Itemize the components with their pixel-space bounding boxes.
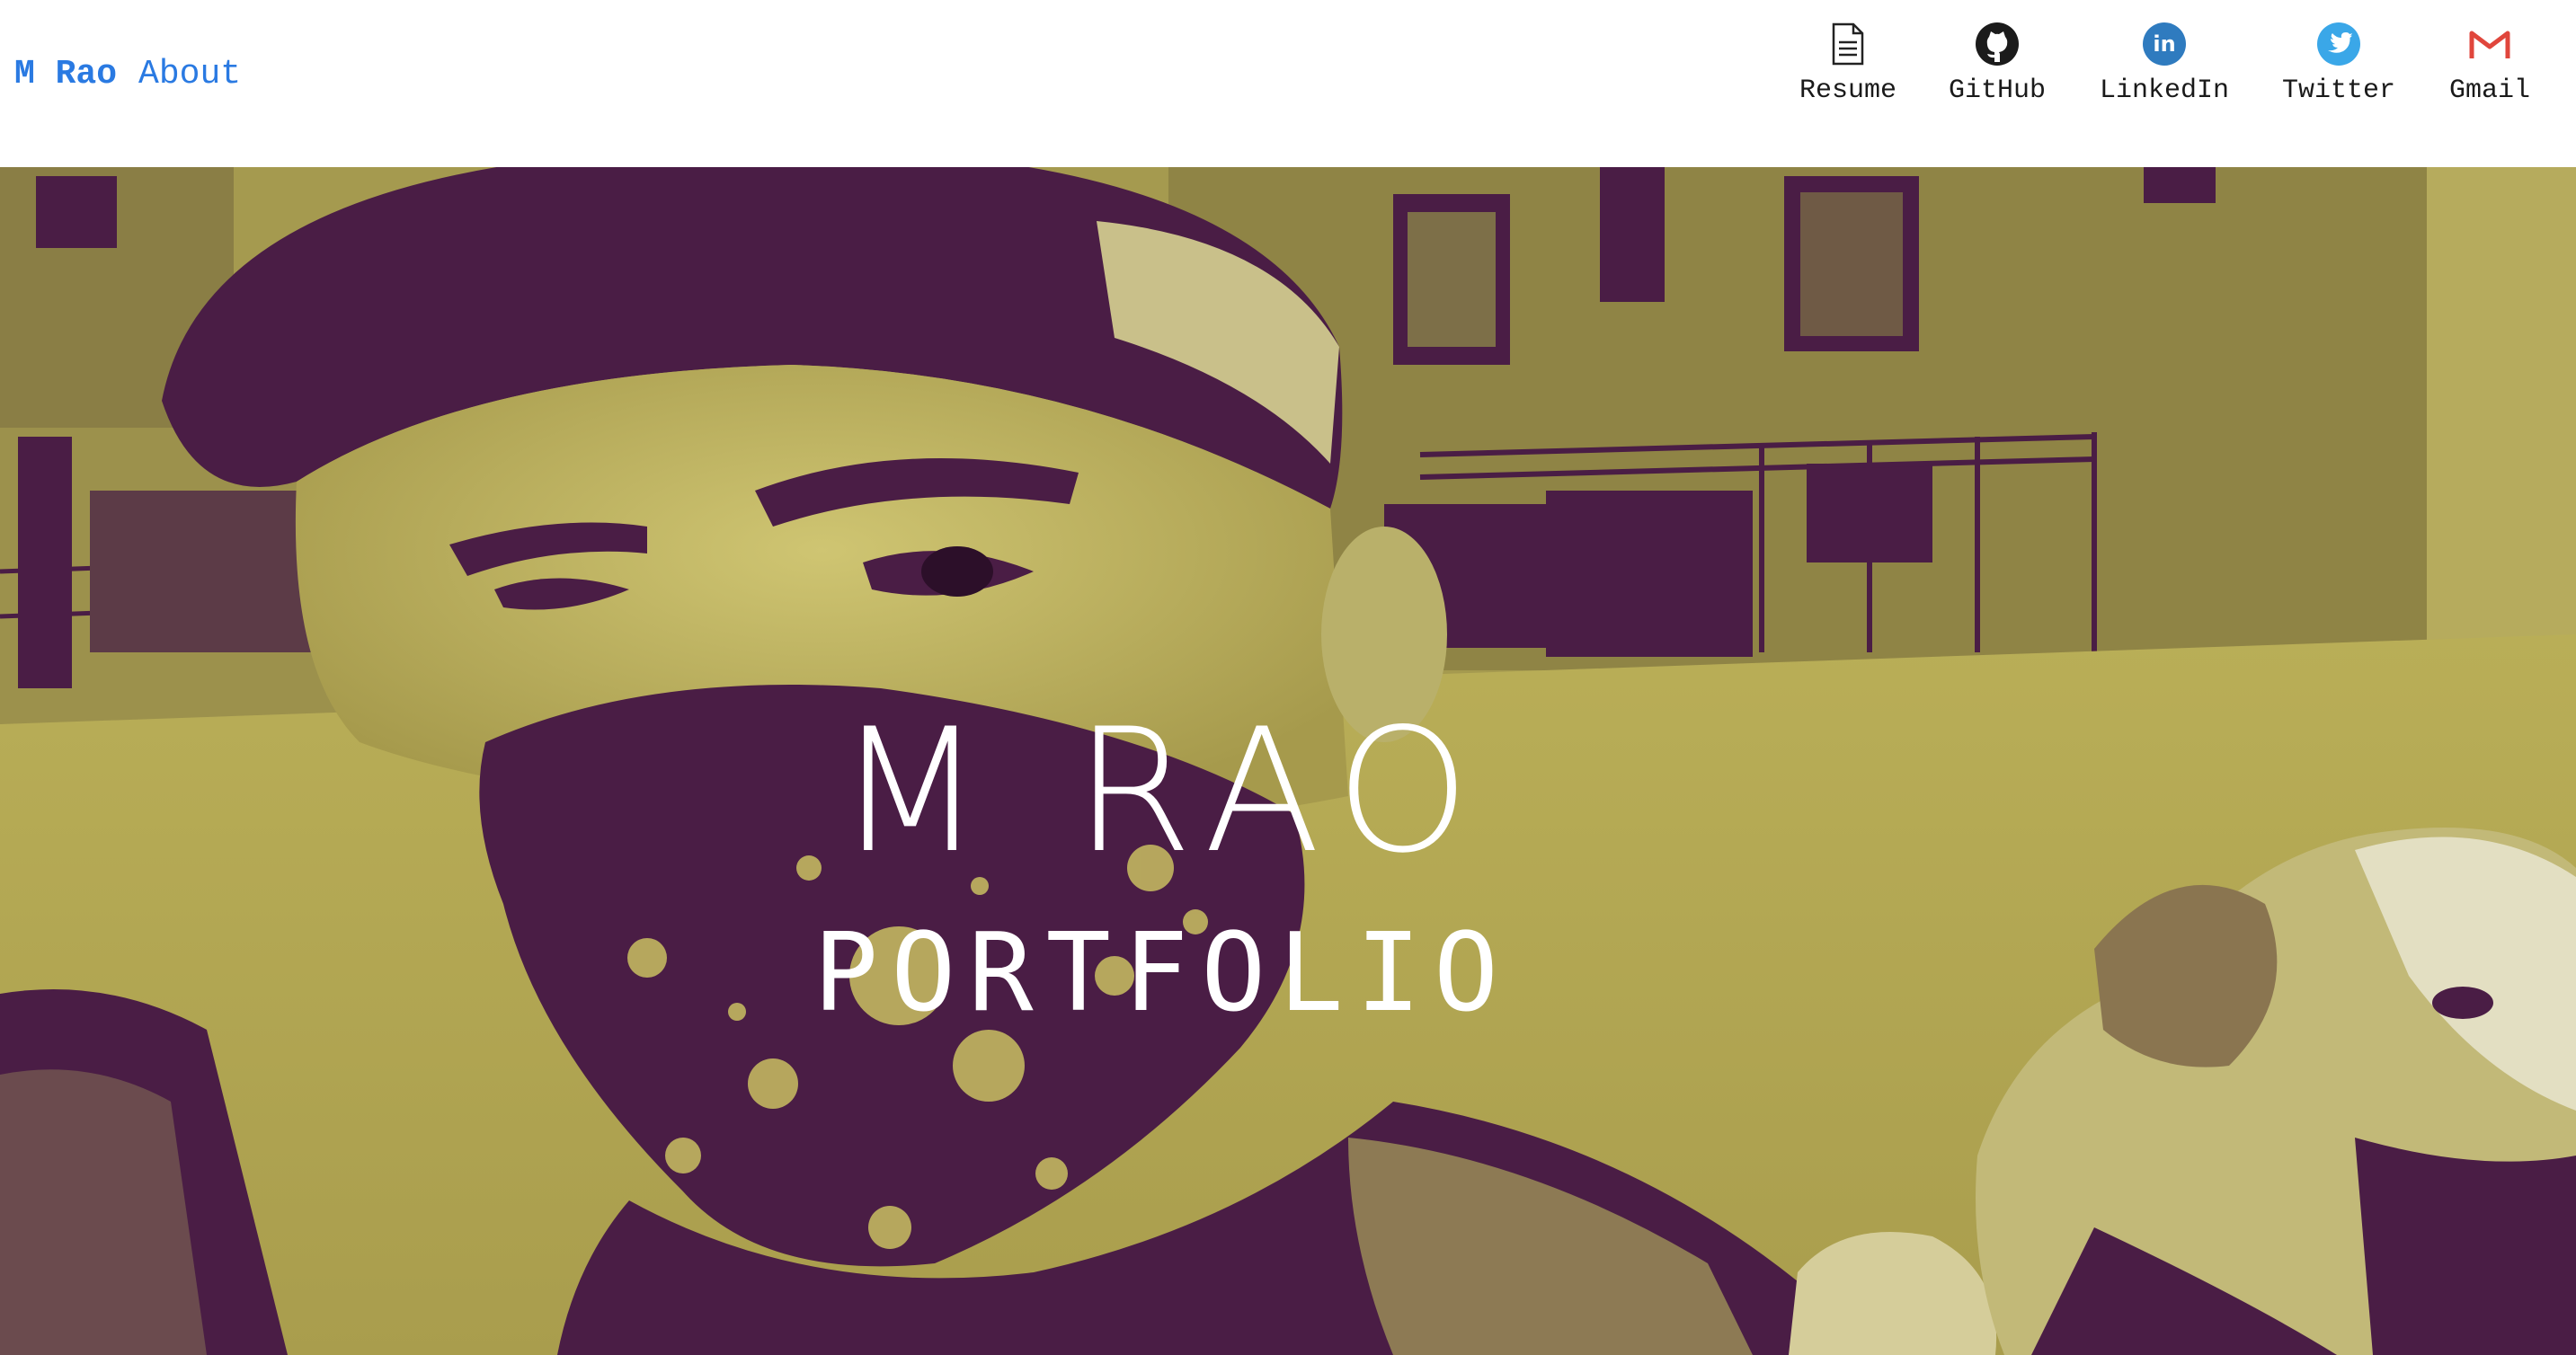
resume-link[interactable]: Resume [1792,22,1904,111]
github-icon [1975,22,2020,66]
document-icon [1825,22,1870,66]
top-navbar: M Rao About Resume GitHub in LinkedIn Tw… [0,0,2576,167]
linkedin-icon: in [2142,22,2187,66]
linkedin-link[interactable]: in LinkedIn [2094,22,2234,111]
hero-title: M RAO [836,692,1488,890]
github-label: GitHub [1948,75,2047,106]
twitter-link[interactable]: Twitter [2276,22,2402,111]
github-link[interactable]: GitHub [1941,22,2053,111]
twitter-icon [2316,22,2361,66]
resume-label: Resume [1799,75,1897,106]
gmail-label: Gmail [2448,75,2530,106]
svg-text:in: in [2153,31,2175,57]
brand-link[interactable]: M Rao [14,58,117,92]
hero-banner: M RAO PORTFOLIO [0,167,2576,1355]
hero-subtitle: PORTFOLIO [813,911,1512,1036]
gmail-link[interactable]: Gmail [2441,22,2538,111]
brand-group: M Rao About [14,58,241,92]
twitter-label: Twitter [2281,75,2396,106]
about-link[interactable]: About [138,58,241,92]
linkedin-label: LinkedIn [2099,75,2230,106]
gmail-icon [2467,22,2512,66]
